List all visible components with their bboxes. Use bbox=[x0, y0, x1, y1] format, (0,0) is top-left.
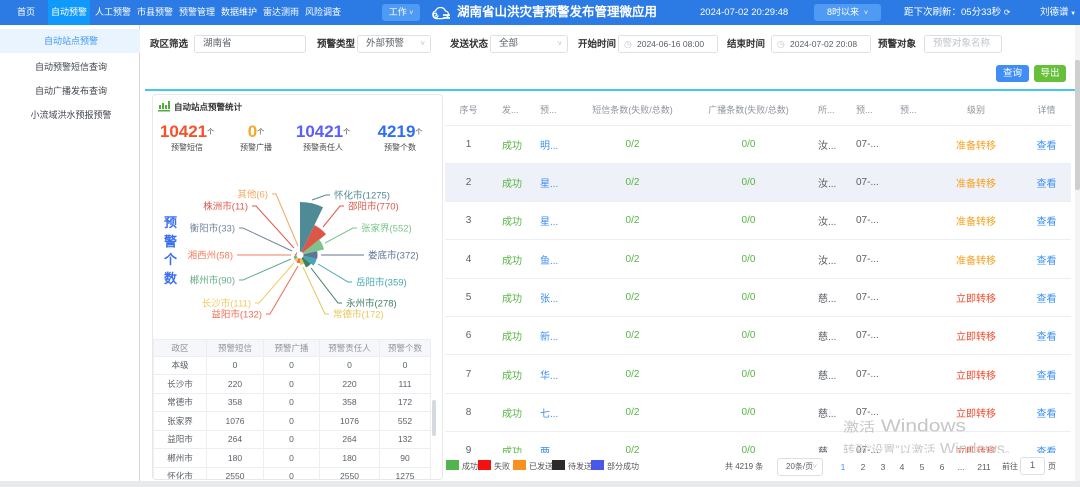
svg-text:怀化市(1275): 怀化市(1275) bbox=[334, 190, 390, 202]
svg-text:岳阳市(359): 岳阳市(359) bbox=[356, 277, 407, 289]
svg-text:永州市(278): 永州市(278) bbox=[346, 298, 397, 310]
svg-text:湘西州(58): 湘西州(58) bbox=[188, 250, 233, 262]
svg-text:其他(6): 其他(6) bbox=[237, 189, 268, 201]
svg-text:郴州市(90): 郴州市(90) bbox=[190, 275, 235, 287]
svg-text:娄底市(372): 娄底市(372) bbox=[368, 250, 419, 262]
svg-text:衡阳市(33): 衡阳市(33) bbox=[190, 223, 235, 235]
svg-text:益阳市(132): 益阳市(132) bbox=[211, 309, 262, 321]
svg-text:株洲市(11): 株洲市(11) bbox=[203, 201, 248, 213]
svg-text:邵阳市(770): 邵阳市(770) bbox=[348, 201, 399, 213]
svg-text:张家界(552): 张家界(552) bbox=[361, 223, 412, 235]
svg-text:常德市(172): 常德市(172) bbox=[333, 309, 384, 321]
svg-text:长沙市(111): 长沙市(111) bbox=[202, 298, 251, 310]
